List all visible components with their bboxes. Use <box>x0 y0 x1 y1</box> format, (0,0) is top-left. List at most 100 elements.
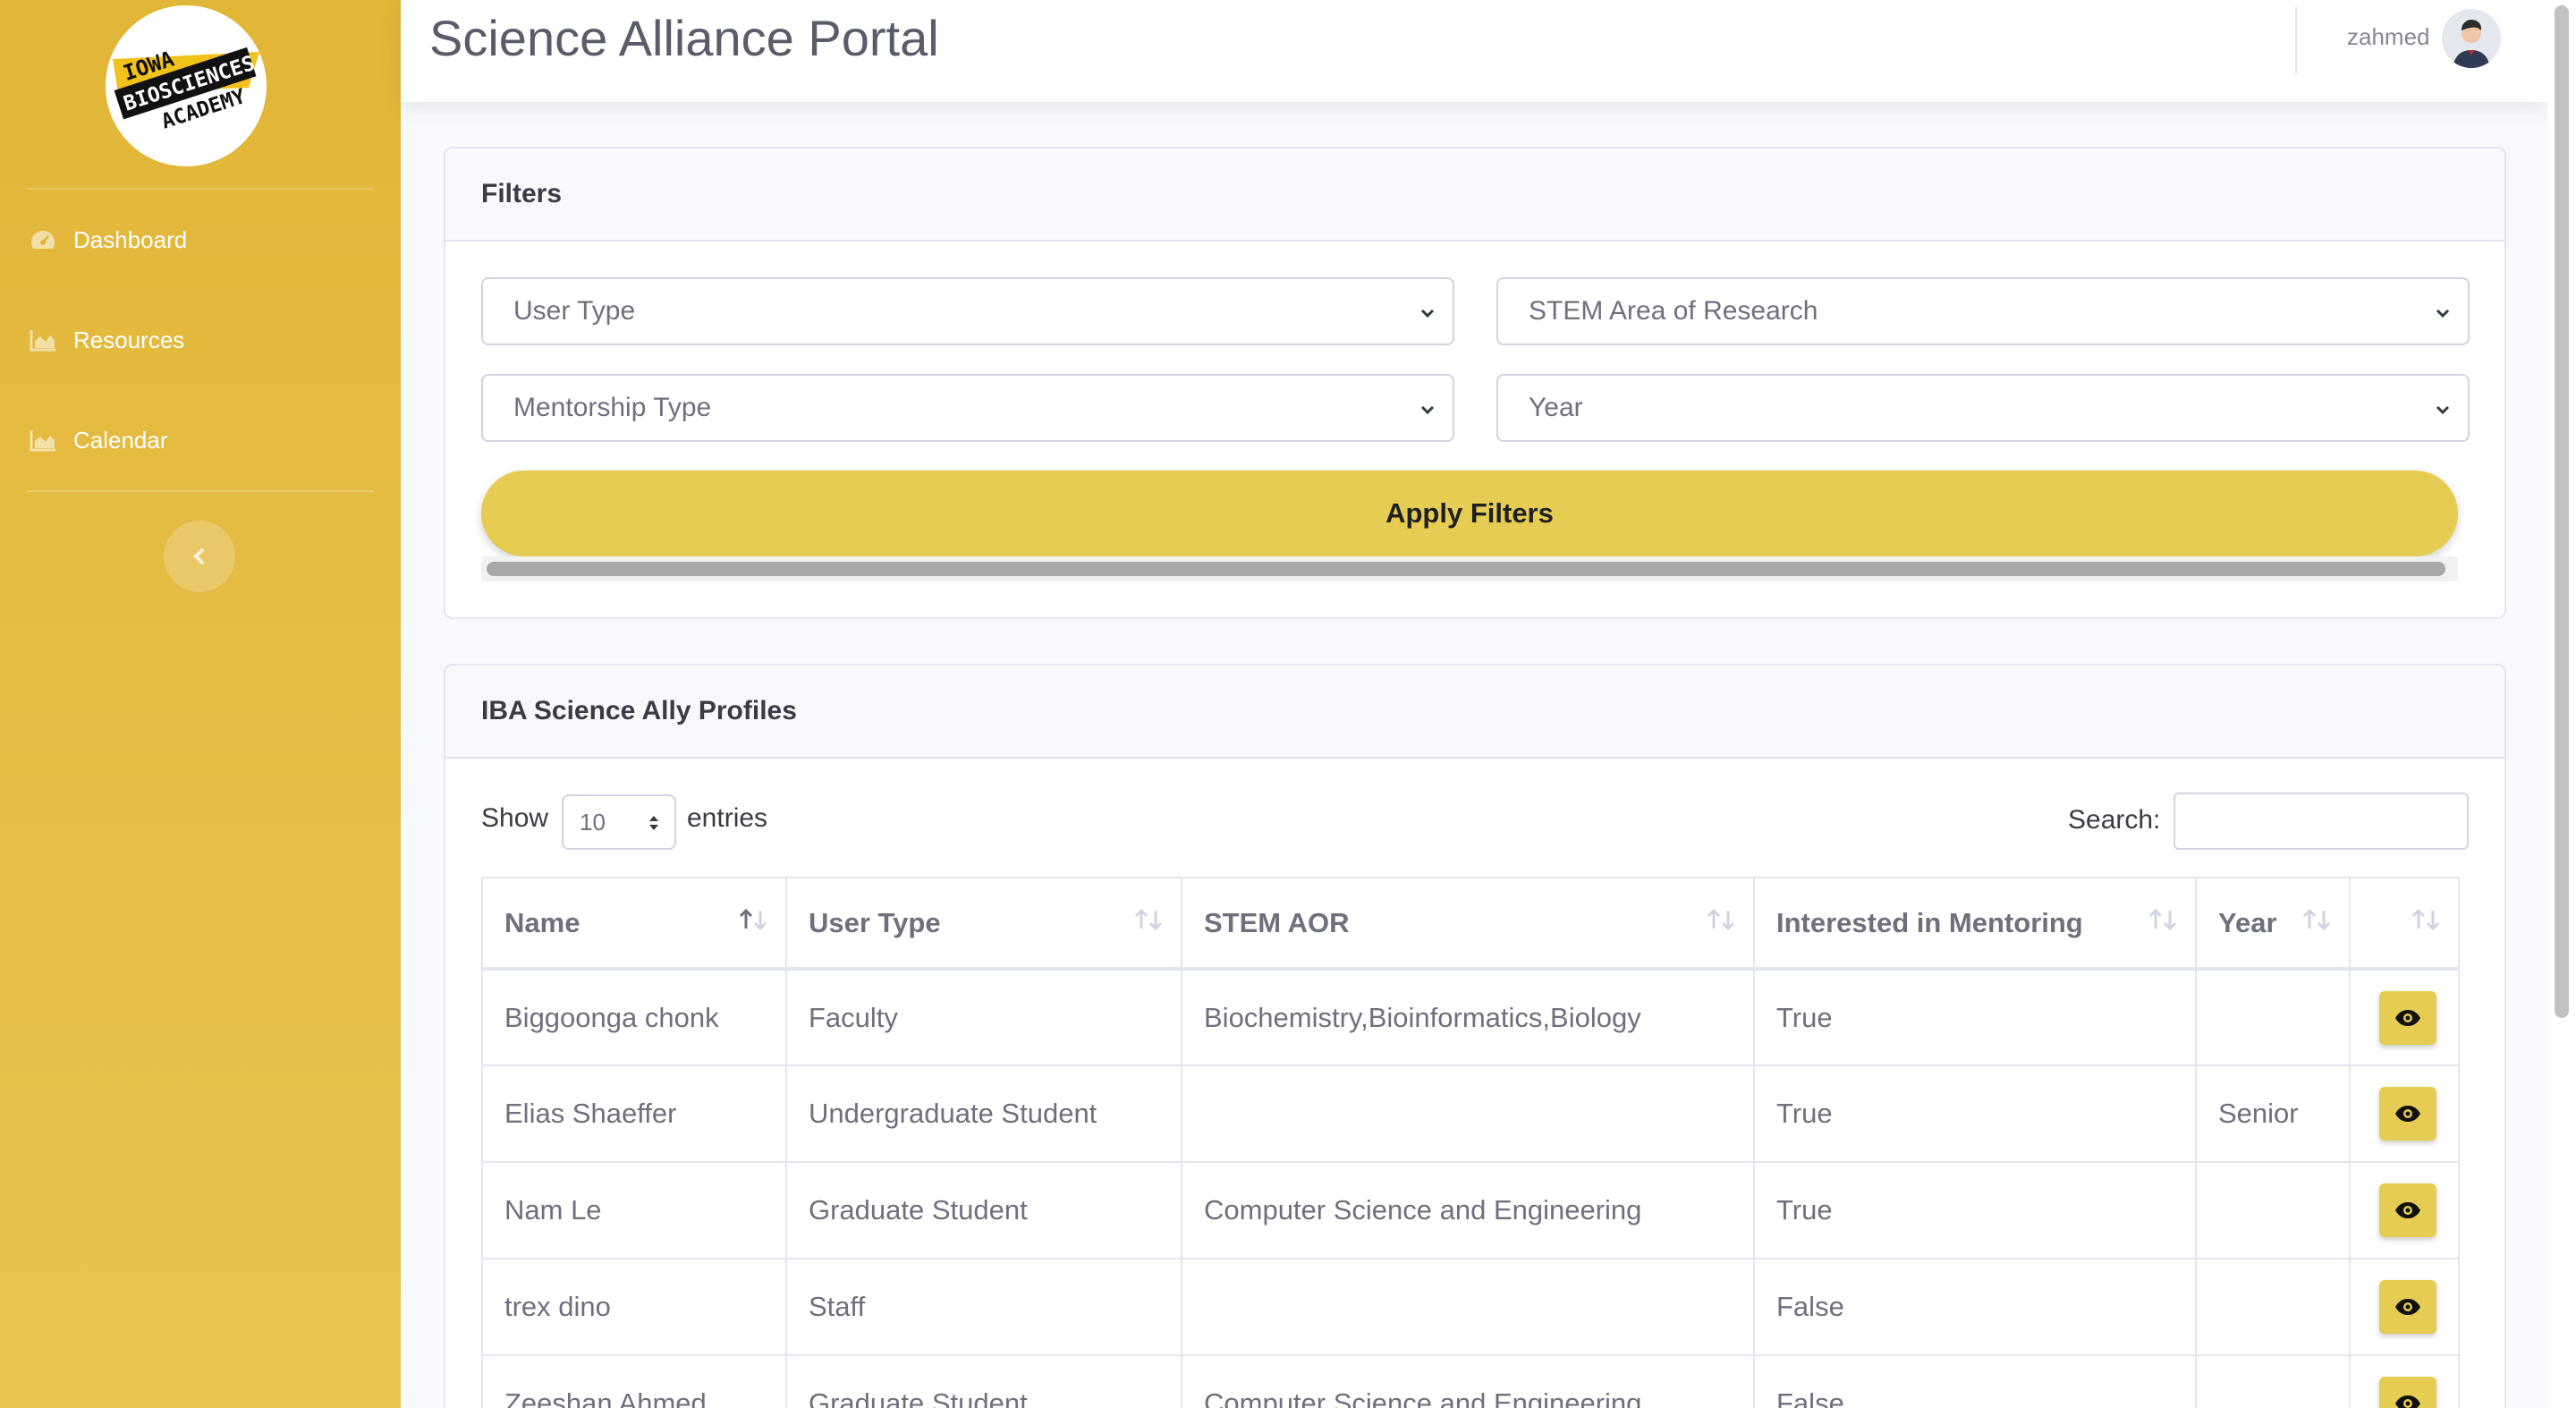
page-scrollbar-thumb[interactable] <box>2555 5 2569 1018</box>
search-input[interactable] <box>2174 793 2469 850</box>
cell-stem-aor: Computer Science and Engineering <box>1181 1354 1755 1408</box>
cell-year <box>2195 968 2351 1066</box>
cell-mentoring: False <box>1753 1354 2197 1408</box>
cell-name: trex dino <box>481 1258 787 1356</box>
entries-length-select[interactable]: 10 <box>562 794 676 850</box>
sidebar-item-label: Dashboard <box>73 225 188 253</box>
logo-graphic: IOWA BIOSCIENCES ACADEMY <box>106 5 267 166</box>
cell-stem-aor: Computer Science and Engineering <box>1181 1161 1755 1260</box>
cell-stem-aor: Biochemistry,Bioinformatics,Biology <box>1181 968 1755 1066</box>
profiles-card: IBA Science Ally Profiles Show 10 entrie… <box>444 664 2506 1408</box>
cell-user-type: Graduate Student <box>785 1354 1182 1408</box>
chart-area-icon <box>29 326 57 354</box>
eye-icon <box>2395 1395 2420 1408</box>
user-type-value: User Type <box>513 296 636 326</box>
sort-asc-icon <box>739 908 767 931</box>
view-profile-button[interactable] <box>2379 990 2436 1045</box>
user-type-select[interactable]: User Type <box>481 277 1454 345</box>
sort-icon <box>2302 908 2331 931</box>
cell-user-type: Faculty <box>785 968 1182 1066</box>
cell-mentoring: True <box>1753 1161 2197 1260</box>
cell-name: Nam Le <box>481 1161 787 1260</box>
table-row: trex dino Staff False <box>481 1258 2460 1356</box>
sidebar-item-label: Calendar <box>73 426 168 454</box>
chart-area-icon <box>29 426 57 454</box>
column-header-stem-aor[interactable]: STEM AOR <box>1181 877 1755 971</box>
cell-actions <box>2349 1064 2460 1163</box>
view-profile-button[interactable] <box>2379 1377 2436 1408</box>
cell-name: Biggoonga chonk <box>481 968 787 1066</box>
sort-icon <box>2411 908 2440 931</box>
profiles-table-body: Biggoonga chonk Faculty Biochemistry,Bioin… <box>481 968 2460 1408</box>
chevron-down-icon <box>2436 309 2450 318</box>
cell-actions <box>2349 1258 2460 1356</box>
show-label: Show <box>481 803 549 833</box>
column-header-user-type[interactable]: User Type <box>785 877 1182 971</box>
cell-name: Elias Shaeffer <box>481 1064 787 1163</box>
cell-actions <box>2349 1354 2460 1408</box>
column-label: Interested in Mentoring <box>1776 906 2083 938</box>
gauge-icon <box>29 225 57 254</box>
year-value: Year <box>1529 393 1583 422</box>
sort-icon <box>2148 908 2177 931</box>
sidebar-item-resources[interactable]: Resources <box>29 313 184 367</box>
chevron-down-icon <box>2436 405 2450 415</box>
cell-mentoring: True <box>1753 1064 2197 1163</box>
page-title: Science Alliance Portal <box>429 10 939 66</box>
stem-area-value: STEM Area of Research <box>1529 296 1818 326</box>
entries-length-value: 10 <box>580 808 606 835</box>
profiles-table: Name User Type STEM AOR Interested in Me… <box>481 877 2460 1408</box>
sidebar-divider <box>27 490 374 492</box>
cell-name: Zeeshan Ahmed <box>481 1354 787 1408</box>
search-label: Search: <box>2068 805 2161 835</box>
cell-mentoring: True <box>1753 968 2197 1066</box>
cell-year <box>2195 1258 2351 1356</box>
chevron-down-icon <box>1420 405 1435 415</box>
column-header-name[interactable]: Name <box>481 877 787 971</box>
cell-user-type: Staff <box>785 1258 1182 1356</box>
cell-stem-aor <box>1181 1258 1755 1356</box>
view-profile-button[interactable] <box>2379 1183 2436 1237</box>
topbar: Science Alliance Portal zahmed <box>401 0 2547 102</box>
cell-actions <box>2349 1161 2460 1260</box>
sidebar: IOWA BIOSCIENCES ACADEMY Dashboard Resou… <box>0 0 401 1408</box>
sort-icon <box>1134 908 1163 931</box>
column-header-actions[interactable] <box>2349 877 2460 971</box>
apply-filters-button[interactable]: Apply Filters <box>481 471 2458 556</box>
table-row: Zeeshan Ahmed Graduate Student Computer Sc… <box>481 1354 2460 1408</box>
sidebar-item-label: Resources <box>73 326 185 353</box>
eye-icon <box>2395 1299 2420 1315</box>
cell-actions <box>2349 968 2460 1066</box>
table-row: Nam Le Graduate Student Computer Science a… <box>481 1161 2460 1260</box>
column-label: User Type <box>809 906 941 938</box>
user-avatar[interactable] <box>2442 9 2501 68</box>
eye-icon <box>2395 1106 2420 1122</box>
cell-stem-aor <box>1181 1064 1755 1163</box>
chevron-down-icon <box>1420 309 1435 318</box>
sidebar-item-dashboard[interactable]: Dashboard <box>29 213 187 267</box>
eye-icon <box>2395 1009 2420 1026</box>
academy-logo[interactable]: IOWA BIOSCIENCES ACADEMY <box>106 5 267 166</box>
view-profile-button[interactable] <box>2379 1087 2436 1141</box>
sidebar-toggle-button[interactable] <box>164 521 235 592</box>
cell-year: Senior <box>2195 1064 2351 1163</box>
sidebar-item-calendar[interactable]: Calendar <box>29 413 168 467</box>
mentorship-type-select[interactable]: Mentorship Type <box>481 374 1454 442</box>
cell-year <box>2195 1161 2351 1260</box>
horizontal-scrollbar-thumb[interactable] <box>487 562 2445 576</box>
filters-header: Filters <box>445 148 2504 242</box>
updown-icon <box>649 816 658 830</box>
topbar-divider <box>2295 7 2297 73</box>
column-header-year[interactable]: Year <box>2195 877 2351 971</box>
user-name[interactable]: zahmed <box>2347 23 2430 51</box>
column-header-mentoring[interactable]: Interested in Mentoring <box>1753 877 2197 971</box>
stem-area-select[interactable]: STEM Area of Research <box>1496 277 2470 345</box>
chevron-left-icon <box>193 548 204 564</box>
sidebar-divider <box>27 188 374 190</box>
column-label: Name <box>504 906 580 938</box>
profiles-header: IBA Science Ally Profiles <box>445 666 2504 759</box>
year-select[interactable]: Year <box>1496 374 2470 442</box>
cell-user-type: Graduate Student <box>785 1161 1182 1260</box>
cell-user-type: Undergraduate Student <box>785 1064 1182 1163</box>
view-profile-button[interactable] <box>2379 1280 2436 1334</box>
